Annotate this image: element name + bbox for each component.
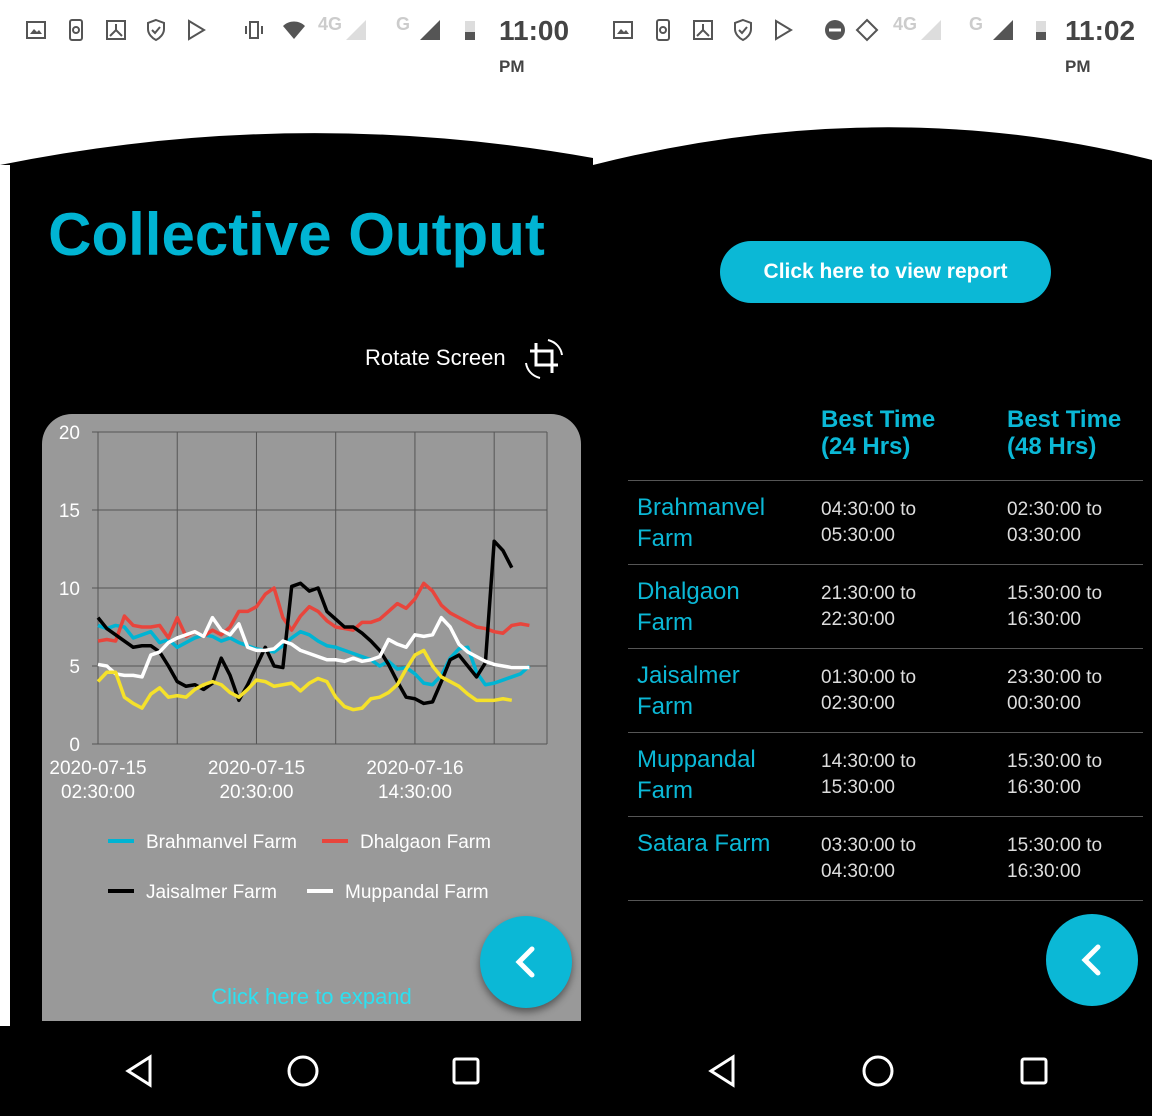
home-nav-icon[interactable] (858, 1051, 898, 1091)
navigation-bar (0, 1026, 593, 1116)
table-divider (628, 732, 1143, 733)
series-line-2 (96, 539, 514, 706)
time-to: 16:30:00 (1007, 609, 1081, 630)
back-fab-button[interactable] (1046, 914, 1138, 1006)
rotate-screen-icon[interactable] (522, 337, 566, 381)
best-time-24-cell: 01:30:00 to 02:30:00 (821, 665, 916, 717)
time-from: 15:30:00 to (1007, 835, 1103, 856)
time-from: 15:30:00 to (1007, 583, 1103, 604)
back-nav-icon[interactable] (120, 1051, 160, 1091)
x-tick-label: 2020-07-15 (49, 758, 146, 779)
farm-name: Satara Farm (637, 830, 771, 857)
time-from: 02:30:00 to (1007, 499, 1103, 520)
best-time-24-cell: 04:30:00 to 05:30:00 (821, 497, 916, 549)
y-tick-label: 20 (59, 423, 80, 444)
time-from: 23:30:00 to (1007, 667, 1103, 688)
best-time-48-cell: 02:30:00 to 03:30:00 (1007, 497, 1102, 549)
best-time-48-cell: 15:30:00 to 16:30:00 (1007, 749, 1102, 801)
time-to: 15:30:00 (821, 777, 895, 798)
time-to: 04:30:00 (821, 861, 895, 882)
series-line-1 (97, 581, 530, 643)
chevron-left-icon (515, 946, 535, 978)
time-to: 03:30:00 (1007, 525, 1081, 546)
best-time-24-cell: 14:30:00 to 15:30:00 (821, 749, 916, 801)
legend-label: Dhalgaon Farm (360, 832, 491, 853)
legend-label: Muppandal Farm (345, 882, 489, 903)
legend-label: Jaisalmer Farm (146, 882, 277, 903)
best-time-24-cell: 21:30:00 to 22:30:00 (821, 581, 916, 633)
left-screen: 4G G 11:00 PM Collective Output Rotate S… (0, 0, 593, 1116)
time-from: 15:30:00 to (1007, 751, 1103, 772)
best-time-48-cell: 15:30:00 to 16:30:00 (1007, 833, 1102, 885)
right-screen: 4G G 11:02 PM Click here to view report … (593, 0, 1152, 1116)
farm-name: Brahmanvel Farm (637, 494, 766, 552)
navigation-bar (593, 1026, 1152, 1116)
table-divider (628, 816, 1143, 817)
time-to: 02:30:00 (821, 693, 895, 714)
time-to: 00:30:00 (1007, 693, 1081, 714)
back-nav-icon[interactable] (703, 1051, 743, 1091)
home-nav-icon[interactable] (283, 1051, 323, 1091)
table-divider (628, 480, 1143, 481)
legend-item-muppandal: Muppandal Farm (307, 882, 489, 904)
time-from: 14:30:00 to (821, 751, 917, 772)
time-to: 05:30:00 (821, 525, 895, 546)
recents-nav-icon[interactable] (1014, 1051, 1054, 1091)
table-divider (628, 564, 1143, 565)
y-tick-label: 0 (69, 735, 80, 756)
header-best-time-48: Best Time (48 Hrs) (1007, 406, 1122, 460)
x-tick-label: 2020-07-15 (208, 758, 305, 779)
series-line-3 (97, 615, 530, 679)
x-tick-label: 02:30:00 (61, 782, 135, 803)
time-to: 16:30:00 (1007, 861, 1081, 882)
legend-item-jaisalmer: Jaisalmer Farm (108, 882, 277, 904)
x-tick-label: 14:30:00 (378, 782, 452, 803)
best-time-48-cell: 23:30:00 to 00:30:00 (1007, 665, 1102, 717)
best-time-48-cell: 15:30:00 to 16:30:00 (1007, 581, 1102, 633)
x-tick-label: 20:30:00 (219, 782, 293, 803)
farm-name: Dhalgaon Farm (637, 578, 740, 636)
time-to: 16:30:00 (1007, 777, 1081, 798)
y-tick-label: 5 (69, 657, 80, 678)
recents-nav-icon[interactable] (446, 1051, 486, 1091)
time-to: 22:30:00 (821, 609, 895, 630)
view-report-button[interactable]: Click here to view report (720, 241, 1051, 303)
best-time-24-cell: 03:30:00 to 04:30:00 (821, 833, 916, 885)
rotate-screen-label[interactable]: Rotate Screen (365, 345, 506, 371)
y-tick-label: 15 (59, 501, 80, 522)
x-tick-label: 2020-07-16 (366, 758, 463, 779)
header-best-time-24: Best Time (24 Hrs) (821, 406, 936, 460)
legend-item-dhalgaon: Dhalgaon Farm (322, 832, 491, 854)
page-title: Collective Output (48, 201, 545, 268)
time-from: 04:30:00 to (821, 499, 917, 520)
farm-name: Jaisalmer Farm (637, 662, 740, 720)
legend-item-brahmanvel: Brahmanvel Farm (108, 832, 297, 854)
time-from: 21:30:00 to (821, 583, 917, 604)
time-from: 01:30:00 to (821, 667, 917, 688)
farm-name: Muppandal Farm (637, 746, 756, 804)
y-tick-label: 10 (59, 579, 80, 600)
time-from: 03:30:00 to (821, 835, 917, 856)
table-divider (628, 648, 1143, 649)
table-divider (628, 900, 1143, 901)
chevron-left-icon (1081, 944, 1101, 976)
back-fab-button[interactable] (480, 916, 572, 1008)
legend-label: Brahmanvel Farm (146, 832, 297, 853)
